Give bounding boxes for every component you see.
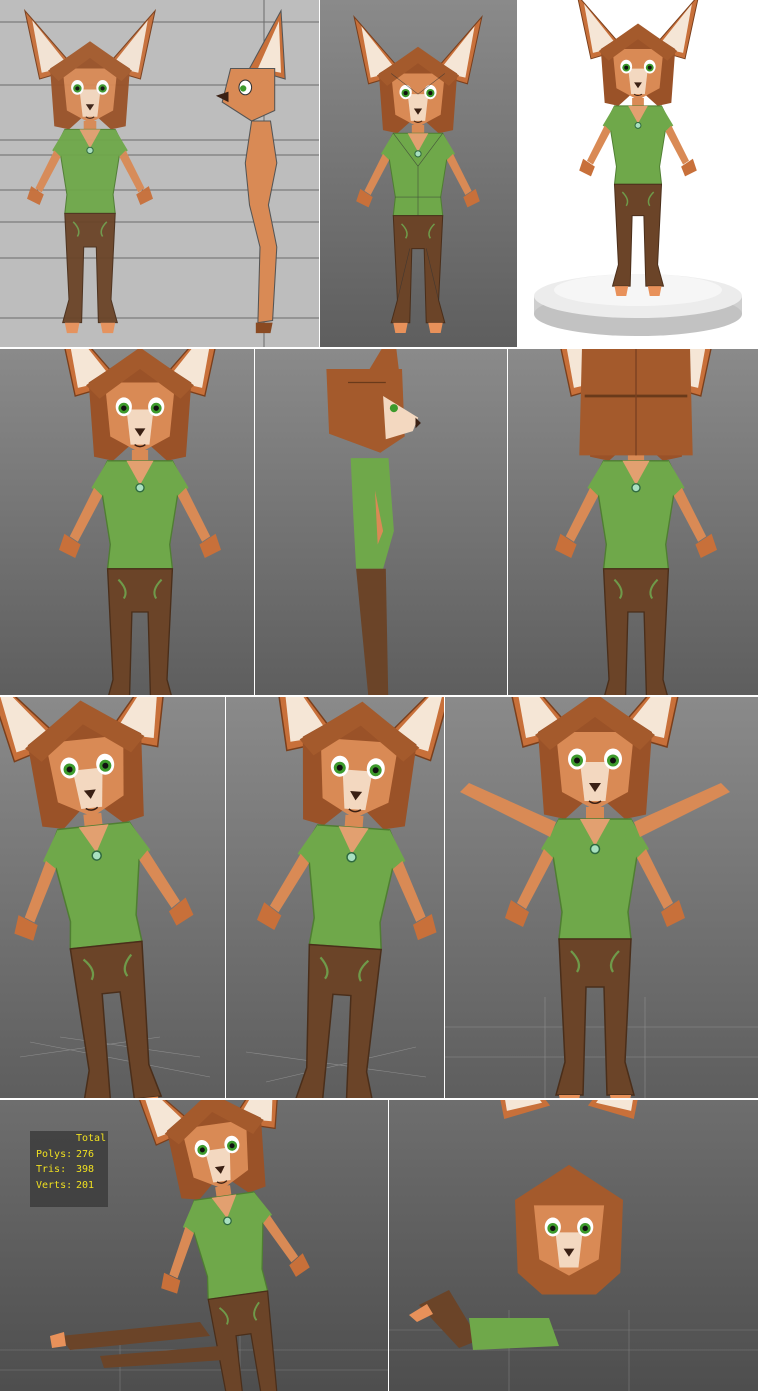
wireframe-illustration: [320, 0, 517, 347]
stats-value: 276: [76, 1148, 95, 1160]
front-view-panel: [0, 349, 254, 695]
pose-shrug-panel: [445, 697, 758, 1098]
pose-lying-panel: [389, 1100, 758, 1391]
back-view-illustration: [508, 349, 758, 695]
side-view-illustration: [255, 349, 507, 695]
side-view-panel: [255, 349, 507, 695]
stats-label: Tris:: [36, 1164, 67, 1175]
pedestal-render-panel: [518, 0, 758, 347]
pose-shrug-illustration: [445, 697, 758, 1098]
concept-sketch-panel: [0, 0, 319, 347]
pose-waving-illustration: [226, 697, 444, 1098]
stats-header: Total: [76, 1133, 107, 1144]
wireframe-viewport-panel: [320, 0, 517, 347]
pose-arms-crossed-panel: [0, 697, 225, 1098]
pedestal-illustration: [534, 0, 742, 336]
stats-label: Polys:: [36, 1148, 73, 1160]
front-view-illustration: [0, 349, 254, 695]
stats-value: 201: [76, 1179, 95, 1191]
pose-lying-illustration: [389, 1100, 758, 1391]
stats-label: Verts:: [36, 1179, 73, 1191]
back-view-panel: [508, 349, 758, 695]
stats-row-verts: Verts: 201: [30, 1178, 108, 1194]
pose-waving-panel: [226, 697, 444, 1098]
stats-row-tris: Tris: 398: [30, 1162, 108, 1178]
pose-arms-crossed-illustration: [0, 697, 225, 1098]
sketch-illustration: [0, 0, 319, 347]
poly-stats-overlay: Total Polys: 276 Tris: 398 Verts: 201: [30, 1131, 108, 1207]
stats-value: 398: [76, 1164, 95, 1175]
stats-row-polys: Polys: 276: [30, 1147, 108, 1163]
